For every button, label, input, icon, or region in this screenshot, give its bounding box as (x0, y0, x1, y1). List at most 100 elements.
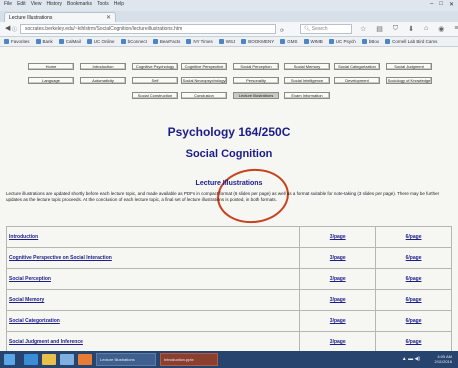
browser-tab[interactable]: Lecture Illustrations ✕ (4, 12, 116, 22)
bookmark-label: Cornell Lab Bird Cams (392, 39, 438, 44)
search-icon: 🔍︎ (304, 26, 311, 32)
nav-button-social-judgment[interactable]: Social Judgment (386, 63, 432, 70)
nav-button-self[interactable]: Self (132, 77, 178, 84)
menu-bookmarks[interactable]: Bookmarks (67, 1, 92, 7)
nav-button-social-perception[interactable]: Social Perception (233, 63, 279, 70)
close-tab-icon[interactable]: ✕ (106, 14, 111, 21)
lecture-topic-link[interactable]: Social Perception (9, 276, 51, 282)
lecture-topic-link[interactable]: Cognitive Perspective on Social Interact… (9, 255, 112, 261)
firefox-icon[interactable] (78, 354, 92, 365)
bookmark-item[interactable]: Cornell Lab Bird Cams (385, 39, 437, 44)
lecture-topic-link[interactable]: Introduction (9, 234, 38, 240)
bookmark-item[interactable]: UC Psych (328, 39, 356, 44)
home-icon[interactable]: ⌂ (424, 25, 428, 33)
lecture-topic-cell: Cognitive Perspective on Social Interact… (5, 247, 301, 269)
menu-history[interactable]: History (46, 1, 62, 7)
bookmark-item[interactable]: BearFacts (152, 39, 180, 44)
menu-bar: File Edit View History Bookmarks Tools H… (4, 1, 124, 7)
nav-button-language[interactable]: Language (28, 77, 74, 84)
pdf-6-per-page-link[interactable]: 6/page (406, 276, 422, 282)
close-window-button[interactable]: ✕ (449, 1, 454, 8)
nav-button-sociology-of-knowledge[interactable]: Sociology of Knowledge (386, 77, 432, 84)
download-icon[interactable]: ⬇ (408, 25, 414, 33)
back-icon[interactable]: ◀ (5, 24, 10, 32)
file-explorer-icon[interactable] (42, 354, 56, 365)
reader-icon[interactable]: ▤ (376, 25, 383, 33)
nav-button-social-neuropsychology[interactable]: Social Neuropsychology (181, 77, 227, 84)
menu-view[interactable]: View (31, 1, 42, 7)
bookmark-item[interactable]: Favorites (4, 39, 30, 44)
reload-icon[interactable]: ⟳ (280, 28, 284, 34)
start-button[interactable] (4, 354, 15, 365)
nav-button-lecture-illustrations[interactable]: Lecture Illustrations (233, 92, 279, 99)
tray-icons[interactable]: ▲ ▬ ◀) (402, 356, 420, 362)
bookmark-item[interactable]: BOOKMENY (241, 39, 274, 44)
bookmark-item[interactable]: bBox (361, 39, 379, 44)
nav-button-personality[interactable]: Personality (233, 77, 279, 84)
bookmark-label: Bank (42, 39, 53, 44)
menu-tools[interactable]: Tools (97, 1, 109, 7)
bookmark-item[interactable]: GMS (280, 39, 298, 44)
pdf-6-per-page-link[interactable]: 6/page (406, 318, 422, 324)
info-icon[interactable]: ⓘ (12, 26, 17, 33)
bookmark-item[interactable]: NY Times (186, 39, 213, 44)
bookmark-item[interactable]: CalMail (58, 39, 81, 44)
navigation-toolbar: ◀ ⓘ socrates.berkeley.edu/~kihlstrm/Soci… (0, 22, 458, 37)
pdf-3-per-page-link[interactable]: 3/page (330, 234, 346, 240)
nav-button-cognitive-psychology[interactable]: Cognitive Psychology (132, 63, 178, 70)
nav-button-automaticity[interactable]: Automaticity (80, 77, 126, 84)
bookmark-favicon-icon (152, 39, 158, 44)
pdf-3-per-page-link[interactable]: 3/page (330, 339, 346, 345)
lecture-topic-cell: Introduction (5, 226, 301, 248)
bookmark-label: WIMB (310, 39, 323, 44)
bookmark-item[interactable]: Bank (35, 39, 53, 44)
pdf-3-per-page-link[interactable]: 3/page (330, 318, 346, 324)
search-input[interactable]: 🔍︎ Search (300, 24, 352, 34)
pdf-3-per-page-link[interactable]: 3/page (330, 297, 346, 303)
nav-button-introduction[interactable]: Introduction (80, 63, 126, 70)
pdf-6-per-page-link[interactable]: 6/page (406, 339, 422, 345)
chat-icon[interactable]: ◉ (438, 25, 444, 33)
bookmark-item[interactable]: UC Online (86, 39, 115, 44)
lecture-topic-link[interactable]: Social Judgment and Inference (9, 339, 83, 345)
system-clock[interactable]: 4:05 AM 2/11/2016 (435, 354, 453, 364)
nav-button-conclusion[interactable]: Conclusion (181, 92, 227, 99)
page-subtitle: Social Cognition (185, 148, 273, 160)
url-bar[interactable]: socrates.berkeley.edu/~kihlstrm/SocialCo… (20, 24, 276, 34)
nav-button-social-memory[interactable]: Social Memory (284, 63, 330, 70)
taskbar: Lecture Illustrations Introduction.pptx … (0, 351, 458, 368)
menu-edit[interactable]: Edit (17, 1, 26, 7)
pdf-3-per-page-link[interactable]: 3/page (330, 255, 346, 261)
pdf-6-per-page-link[interactable]: 6/page (406, 234, 422, 240)
maximize-button[interactable]: □ (439, 1, 443, 8)
bookmarks-bar: Favorites Bank CalMail UC Online bConnect Bea… (0, 37, 458, 47)
nav-button-cognitive-perspective[interactable]: Cognitive Perspective (181, 63, 227, 70)
ie-icon[interactable] (24, 354, 38, 365)
bookmark-favicon-icon (303, 39, 309, 44)
nav-button-social-construction[interactable]: Social Construction (132, 92, 178, 99)
nav-button-social-intelligence[interactable]: Social Intelligence (284, 77, 330, 84)
menu-file[interactable]: File (4, 1, 12, 7)
web-page: Home Introduction Cognitive Psychology Cogn… (0, 47, 458, 353)
nav-button-social-categorization[interactable]: Social Categorization (334, 63, 380, 70)
pdf-6-per-page-cell: 6/page (375, 331, 452, 353)
pdf-3-per-page-link[interactable]: 3/page (330, 276, 346, 282)
nav-button-exam-information[interactable]: Exam Information (284, 92, 330, 99)
store-icon[interactable] (60, 354, 74, 365)
bookmark-item[interactable]: WIMB (303, 39, 323, 44)
bookmark-item[interactable]: WSJ (218, 39, 235, 44)
menu-help[interactable]: Help (114, 1, 124, 7)
menu-icon[interactable]: ≡ (454, 25, 458, 33)
shield-icon[interactable]: ⛉ (393, 25, 398, 33)
bookmark-item[interactable]: bConnect (120, 39, 147, 44)
star-icon[interactable]: ☆ (360, 25, 366, 33)
pdf-6-per-page-link[interactable]: 6/page (406, 297, 422, 303)
nav-button-home[interactable]: Home (28, 63, 74, 70)
lecture-topic-link[interactable]: Social Categorization (9, 318, 60, 324)
pdf-6-per-page-link[interactable]: 6/page (406, 255, 422, 261)
lecture-topic-link[interactable]: Social Memory (9, 297, 44, 303)
taskbar-task-browser[interactable]: Lecture Illustrations (96, 353, 156, 366)
nav-button-development[interactable]: Development (334, 77, 380, 84)
taskbar-task-powerpoint[interactable]: Introduction.pptx (160, 353, 218, 366)
minimize-button[interactable]: – (430, 1, 433, 8)
